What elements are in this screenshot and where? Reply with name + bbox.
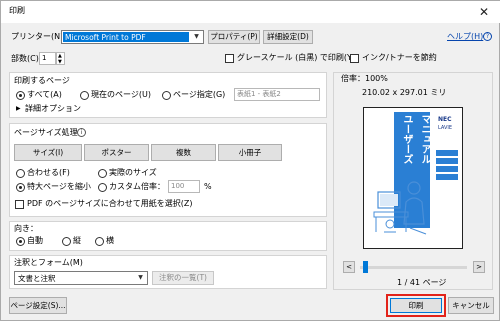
close-icon[interactable]: ✕ (475, 4, 493, 20)
page-dimensions: 210.02 x 297.01 ミリ (362, 88, 447, 97)
page-range-radio[interactable] (162, 91, 171, 100)
page-range-label: ページ指定(G) (173, 90, 226, 99)
ink-save-label: インク/トナーを節約 (362, 53, 437, 62)
copies-stepper[interactable]: ▲ ▼ (56, 52, 65, 65)
orientation-heading: 向き： (14, 224, 38, 233)
page-indicator: 1 / 41 ページ (397, 278, 447, 287)
window-title: 印刷 (9, 6, 25, 15)
expand-arrow-icon[interactable]: ▶ (16, 104, 21, 114)
more-options-toggle[interactable]: 詳細オプション (25, 104, 81, 114)
current-page-radio[interactable] (80, 91, 89, 100)
paper-source-checkbox[interactable] (15, 200, 24, 209)
paper-source-label: PDF のページサイズに合わせて用紙を選択(Z) (27, 199, 193, 208)
printer-select[interactable]: Microsoft Print to PDF ▼ (61, 30, 204, 44)
question-circle-icon[interactable]: ? (483, 32, 492, 41)
page-sizing-heading: ページサイズ処理 (14, 128, 78, 137)
chevron-down-icon: ▼ (138, 274, 143, 281)
tab-size[interactable]: サイズ(I) (14, 144, 82, 161)
cover-blue-tab (436, 158, 458, 164)
comments-summary-button[interactable]: 注釈の一覧(T) (152, 271, 214, 285)
preview-panel: 210.02 x 297.01 ミリ ユーザーズ マニュアル NEC LAVIE (333, 72, 493, 290)
cover-title-line-1: ユーザーズ (401, 114, 412, 164)
prev-page-button[interactable]: < (343, 261, 355, 273)
fit-label: 合わせる(F) (27, 168, 70, 177)
pages-to-print-panel: 印刷するページ すべて(A) 現在のページ(U) ページ指定(G) 表紙1 - … (9, 72, 327, 118)
page-sizing-panel: ページサイズ処理 i サイズ(I) ポスター 複数 小冊子 合わせる(F) 実際… (9, 123, 327, 217)
cover-title-line-2: マニュアル (419, 114, 430, 164)
cover-blue-tab (436, 150, 458, 156)
comments-panel: 注釈とフォーム(M) 文書と注釈 ▼ 注釈の一覧(T) (9, 255, 327, 289)
page-slider-thumb[interactable] (363, 261, 368, 273)
stepper-down-icon[interactable]: ▼ (58, 59, 62, 65)
orientation-portrait-radio[interactable] (62, 237, 71, 246)
comments-select[interactable]: 文書と注釈 ▼ (14, 271, 148, 285)
cover-blue-tab (436, 174, 458, 180)
lavie-logo: LAVIE (438, 125, 453, 131)
advanced-button[interactable]: 詳細設定(D) (263, 30, 313, 44)
page-preview: ユーザーズ マニュアル NEC LAVIE (363, 107, 463, 249)
orientation-panel: 向き： 自動 縦 横 (9, 221, 327, 251)
actual-size-radio[interactable] (98, 169, 107, 178)
orientation-portrait-label: 縦 (73, 236, 81, 245)
actual-size-label: 実際のサイズ (109, 168, 157, 177)
grayscale-label: グレースケール (白黒) で印刷(Y) (237, 53, 356, 62)
pages-to-print-heading: 印刷するページ (14, 76, 70, 85)
current-page-label: 現在のページ(U) (91, 90, 151, 99)
orientation-landscape-radio[interactable] (95, 237, 104, 246)
comments-heading: 注釈とフォーム(M) (14, 258, 83, 267)
custom-scale-label: カスタム倍率： (109, 182, 165, 191)
custom-scale-radio[interactable] (98, 183, 107, 192)
printer-select-value: Microsoft Print to PDF (63, 32, 189, 42)
page-setup-button[interactable]: ページ設定(S)... (9, 297, 67, 314)
custom-scale-unit: % (204, 182, 212, 191)
cover-blue-tab (436, 166, 458, 172)
nec-logo: NEC (438, 116, 452, 123)
cover-illustration (373, 181, 427, 235)
print-button[interactable]: 印刷 (390, 298, 442, 313)
page-range-input[interactable]: 表紙1 - 表紙2 (234, 88, 320, 101)
orientation-auto-label: 自動 (27, 236, 43, 245)
all-pages-radio[interactable] (16, 91, 25, 100)
properties-button[interactable]: プロパティ(P) (208, 30, 260, 44)
orientation-landscape-label: 横 (106, 236, 114, 245)
comments-select-value: 文書と注釈 (18, 274, 56, 283)
print-dialog: 印刷 ✕ プリンター(N)： Microsoft Print to PDF ▼ … (0, 0, 500, 321)
ink-save-checkbox[interactable] (350, 54, 359, 63)
help-link[interactable]: ヘルプ(H) (447, 32, 483, 42)
page-slider-track[interactable] (360, 261, 467, 273)
grayscale-checkbox[interactable] (225, 54, 234, 63)
fit-radio[interactable] (16, 169, 25, 178)
all-pages-label: すべて(A) (27, 90, 62, 99)
cancel-button[interactable]: キャンセル (448, 297, 494, 314)
copies-input[interactable]: 1 (39, 52, 56, 65)
chevron-down-icon: ▼ (194, 33, 199, 40)
tab-multiple[interactable]: 複数 (151, 144, 216, 161)
shrink-oversized-radio[interactable] (16, 183, 25, 192)
shrink-oversized-label: 特大ページを縮小 (27, 182, 91, 191)
orientation-auto-radio[interactable] (16, 237, 25, 246)
info-icon[interactable]: i (77, 128, 86, 137)
next-page-button[interactable]: > (473, 261, 485, 273)
title-bar: 印刷 ✕ (1, 1, 500, 23)
custom-scale-input[interactable]: 100 (168, 180, 200, 193)
tab-poster[interactable]: ポスター (84, 144, 149, 161)
tab-booklet[interactable]: 小冊子 (218, 144, 282, 161)
